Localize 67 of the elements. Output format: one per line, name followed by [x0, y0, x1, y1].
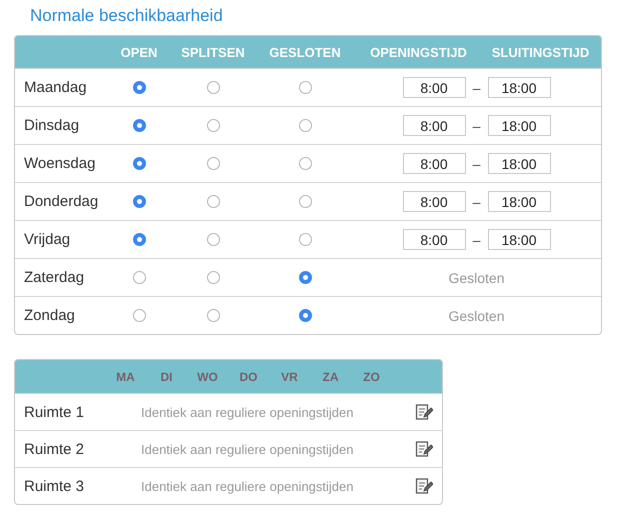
- dash-separator: –: [472, 80, 482, 96]
- column-header: SPLITSEN: [180, 44, 246, 60]
- column-header: OPEN: [120, 44, 158, 60]
- section-title: Normale beschikbaarheid: [30, 6, 223, 26]
- closing-time-field[interactable]: 18:00: [488, 77, 550, 98]
- opening-time-field[interactable]: 8:00: [402, 153, 466, 174]
- radio-button[interactable]: [206, 81, 220, 94]
- dash-separator: –: [472, 232, 482, 248]
- closing-time-field[interactable]: 18:00: [488, 115, 550, 136]
- radio-button[interactable]: [132, 309, 146, 322]
- radio-button[interactable]: [206, 233, 220, 246]
- radio-button[interactable]: [298, 195, 312, 208]
- weekday-header: MA: [115, 370, 136, 384]
- column-header: OPENINGSTIJD: [369, 44, 468, 60]
- day-label: Woensdag: [23, 155, 96, 172]
- radio-button[interactable]: [132, 119, 146, 132]
- closing-time-field[interactable]: 18:00: [488, 153, 550, 174]
- closing-time-field[interactable]: 18:00: [488, 191, 550, 212]
- radio-button[interactable]: [206, 271, 220, 284]
- weekday-header: WO: [196, 370, 219, 384]
- radio-button[interactable]: [132, 157, 146, 170]
- radio-button[interactable]: [206, 195, 220, 208]
- weekday-header: VR: [280, 370, 299, 384]
- radio-button[interactable]: [206, 157, 220, 170]
- weekday-header: ZA: [322, 370, 340, 384]
- opening-time-field[interactable]: 8:00: [402, 229, 466, 250]
- radio-button[interactable]: [298, 119, 312, 132]
- day-label: Zondag: [23, 307, 76, 324]
- radio-button[interactable]: [206, 309, 220, 322]
- radio-button[interactable]: [298, 309, 312, 322]
- room-name: Ruimte 1: [23, 404, 86, 420]
- weekday-header: ZO: [362, 370, 381, 384]
- opening-time-field[interactable]: 8:00: [402, 77, 466, 98]
- opening-time-field[interactable]: 8:00: [402, 191, 466, 212]
- closed-label: Gesloten: [447, 308, 506, 324]
- radio-button[interactable]: [298, 233, 312, 246]
- weekday-header: DI: [160, 370, 174, 384]
- room-hours-description: Identiek aan reguliere openingstijden: [141, 478, 354, 494]
- room-name: Ruimte 2: [23, 440, 86, 458]
- dash-separator: –: [472, 118, 482, 134]
- edit-icon[interactable]: [415, 440, 433, 458]
- radio-button[interactable]: [206, 119, 220, 132]
- radio-button[interactable]: [132, 233, 146, 246]
- day-label: Donderdag: [23, 193, 100, 210]
- column-header: SLUITINGSTIJD: [490, 44, 590, 60]
- edit-icon[interactable]: [415, 477, 433, 495]
- room-hours-description: Identiek aan reguliere openingstijden: [141, 404, 354, 420]
- edit-icon[interactable]: [415, 403, 433, 421]
- radio-button[interactable]: [298, 81, 312, 94]
- radio-button[interactable]: [298, 271, 312, 284]
- day-label: Zaterdag: [23, 269, 86, 286]
- column-header: GESLOTEN: [268, 44, 342, 60]
- dash-separator: –: [472, 156, 482, 172]
- radio-button[interactable]: [132, 195, 146, 208]
- radio-button[interactable]: [298, 157, 312, 170]
- opening-time-field[interactable]: 8:00: [402, 115, 466, 136]
- day-label: Dinsdag: [23, 117, 80, 134]
- radio-button[interactable]: [132, 271, 146, 284]
- weekday-header: DO: [238, 370, 258, 384]
- closing-time-field[interactable]: 18:00: [488, 229, 550, 250]
- radio-button[interactable]: [132, 81, 146, 94]
- closed-label: Gesloten: [447, 270, 506, 286]
- dash-separator: –: [472, 194, 482, 210]
- day-label: Vrijdag: [23, 231, 72, 248]
- room-hours-description: Identiek aan reguliere openingstijden: [141, 442, 354, 456]
- room-name: Ruimte 3: [23, 478, 86, 494]
- day-label: Maandag: [23, 79, 88, 96]
